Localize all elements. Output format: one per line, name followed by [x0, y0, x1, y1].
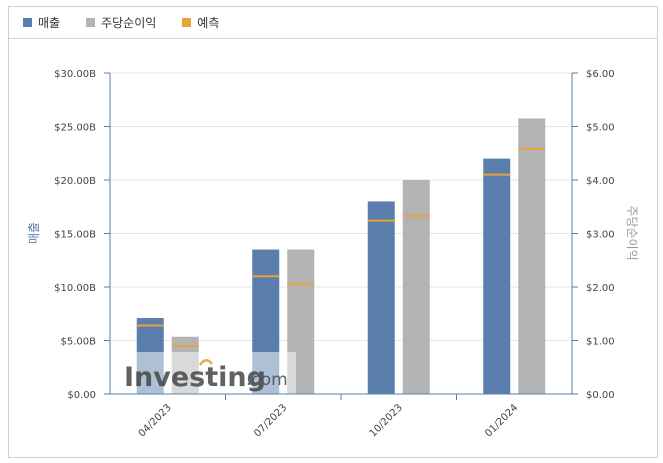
- y-tick-label-right: $0.00: [586, 390, 615, 401]
- y-axis-label-right: 주당순이익: [625, 205, 639, 260]
- y-tick-label-right: $2.00: [586, 283, 615, 294]
- y-tick-label-left: $30.00B: [54, 69, 96, 80]
- y-tick-label-left: $25.00B: [54, 123, 96, 134]
- bar-revenue[interactable]: [483, 158, 511, 394]
- chart-svg: Investing .com $0.00 $0.00 $5.00B $1.00 $10.…: [27, 69, 639, 439]
- watermark-brand: Investing: [124, 362, 266, 393]
- y-tick-label-right: $4.00: [586, 176, 615, 187]
- y-tick-label-right: $1.00: [586, 337, 615, 348]
- watermark-suffix: .com: [246, 370, 288, 390]
- x-tick-label: 04/2023: [137, 402, 174, 439]
- x-tick-label: 01/2024: [483, 402, 520, 439]
- y-tick-label-right: $3.00: [586, 230, 615, 241]
- bar-eps[interactable]: [518, 118, 546, 394]
- y-tick-label-right: $5.00: [586, 123, 615, 134]
- y-tick-label-left: $20.00B: [54, 176, 96, 187]
- bar-revenue[interactable]: [367, 201, 395, 394]
- y-tick-label-left: $5.00B: [61, 337, 97, 348]
- y-tick-label-left: $15.00B: [54, 230, 96, 241]
- bar-eps[interactable]: [402, 180, 430, 394]
- y-axis-label-left: 매출: [27, 222, 41, 244]
- y-tick-label-left: $10.00B: [54, 283, 96, 294]
- y-tick-label-left: $0.00: [67, 390, 96, 401]
- investing-watermark: Investing .com: [110, 352, 296, 394]
- x-tick-label: 10/2023: [368, 402, 405, 439]
- x-tick-label: 07/2023: [252, 402, 289, 439]
- y-tick-label-right: $6.00: [586, 69, 615, 80]
